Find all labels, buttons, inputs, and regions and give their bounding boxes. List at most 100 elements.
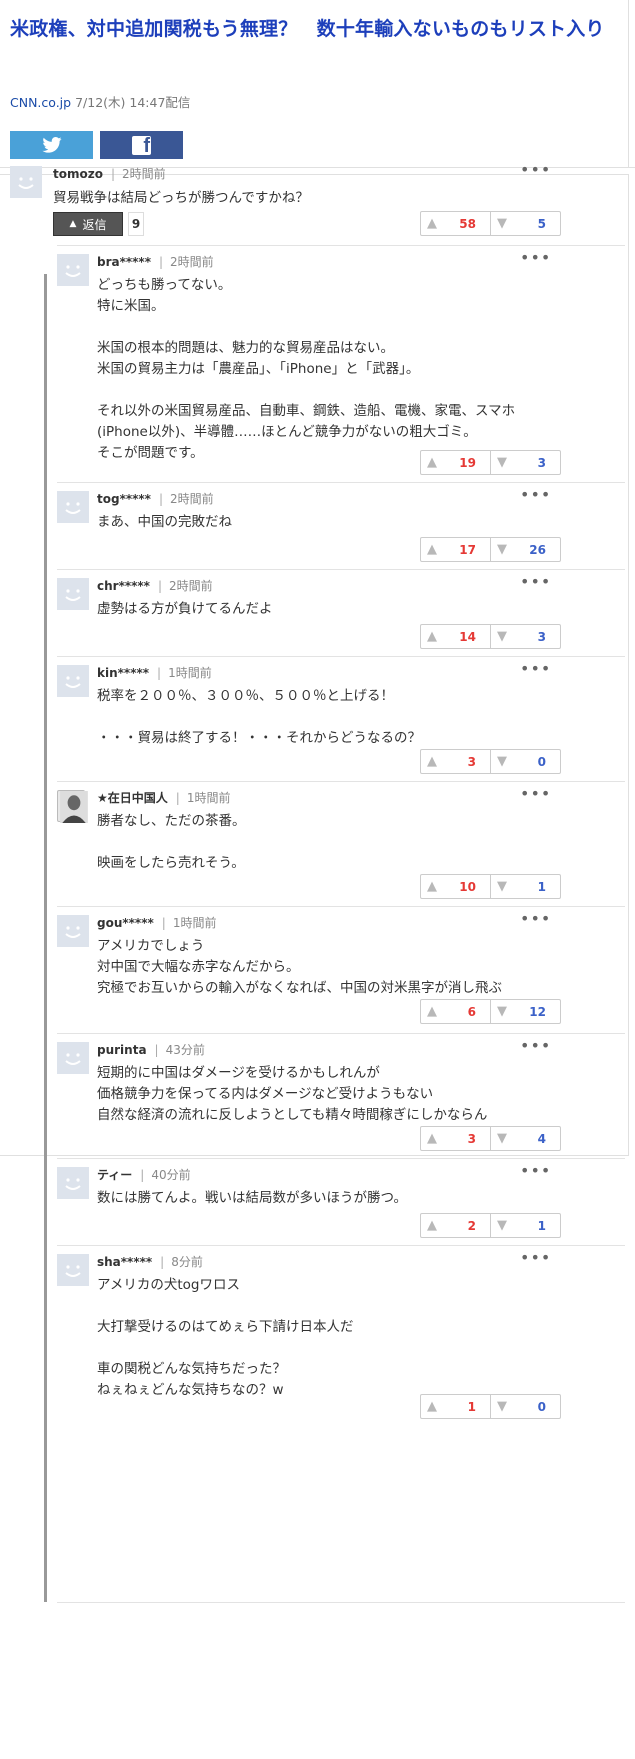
like-button[interactable]: ▲ 3 [421,1127,490,1150]
comment-text: 税率を２００％、３００％、５００％と上げる！ ・・・貿易は終了する！・・・それか… [97,688,421,746]
more-options-icon[interactable]: ••• [520,784,551,803]
vote-bar: ▲ 1 ▼ 0 [420,1394,561,1419]
like-button[interactable]: ▲ 6 [421,1000,490,1023]
default-avatar-icon[interactable] [57,491,89,523]
comment-text: 貿易戦争は結局どっちが勝つんですかね？ [53,190,309,206]
like-count: 19 [459,455,476,470]
vote-bar: ▲ 14 ▼ 3 [420,624,561,649]
like-button[interactable]: ▲ 2 [421,1214,490,1237]
more-options-icon[interactable]: ••• [520,909,551,928]
dislike-count: 4 [537,1131,546,1146]
article-title[interactable]: 米政権、対中追加関税もう無理？ 数十年輸入ないものもリスト入り [10,16,615,42]
facebook-f-icon: f [132,135,151,156]
facebook-share-button[interactable]: f [100,131,183,159]
user-photo-avatar[interactable] [57,790,88,823]
default-avatar-icon[interactable] [57,1042,89,1074]
comment-author: tog***** 2時間前 [97,490,214,507]
username[interactable]: gou***** [97,916,154,930]
reply-toggle-button[interactable]: ▲ 返信 [53,212,123,236]
vote-bar: ▲ 10 ▼ 1 [420,874,561,899]
username[interactable]: tog***** [97,492,151,506]
dislike-button[interactable]: ▼ 5 [490,212,560,235]
username[interactable]: tomozo [53,167,103,181]
comment-author: kin***** 1時間前 [97,664,212,681]
comment-time: 2時間前 [158,579,213,593]
username[interactable]: purinta [97,1043,147,1057]
username[interactable]: chr***** [97,579,150,593]
more-options-icon[interactable]: ••• [520,659,551,678]
reply-count: 9 [128,212,144,236]
default-avatar-icon[interactable] [57,665,89,697]
like-button[interactable]: ▲ 3 [421,750,490,773]
default-avatar-icon[interactable] [57,578,89,610]
dislike-count: 3 [537,629,546,644]
vote-bar: ▲ 58 ▼ 5 [420,211,561,236]
comment-time: 2時間前 [111,167,166,181]
comment-time: 2時間前 [159,492,214,506]
dislike-button[interactable]: ▼ 0 [490,750,560,773]
more-options-icon[interactable]: ••• [520,1248,551,1267]
reply-divider [57,906,625,907]
more-options-icon[interactable]: ••• [520,1036,551,1055]
thumbs-up-icon: ▲ [427,216,437,231]
like-button[interactable]: ▲ 1 [421,1395,490,1418]
thumbs-up-icon: ▲ [427,455,437,470]
default-avatar-icon[interactable] [57,1254,89,1286]
dislike-button[interactable]: ▼ 1 [490,875,560,898]
dislike-button[interactable]: ▼ 12 [490,1000,560,1023]
thumbs-down-icon: ▼ [497,879,507,894]
dislike-button[interactable]: ▼ 26 [490,538,560,561]
comment-text: アメリカでしょう 対中国で大幅な赤字なんだから。 究極でお互いからの輸入がなくな… [97,938,502,996]
comment-text: 虚勢はる方が負けてるんだよ [97,601,273,617]
like-button[interactable]: ▲ 58 [421,212,490,235]
username[interactable]: bra***** [97,255,151,269]
default-avatar-icon[interactable] [57,915,89,947]
reply-label: 返信 [82,217,107,232]
dislike-button[interactable]: ▼ 3 [490,451,560,474]
like-button[interactable]: ▲ 17 [421,538,490,561]
username[interactable]: ティー [97,1168,132,1182]
like-count: 14 [459,629,476,644]
comment-author: gou***** 1時間前 [97,914,216,931]
twitter-share-button[interactable] [10,131,93,159]
more-options-icon[interactable]: ••• [520,160,551,179]
like-count: 17 [459,542,476,557]
dislike-count: 12 [529,1004,546,1019]
vote-bar: ▲ 17 ▼ 26 [420,537,561,562]
article-header: 米政権、対中追加関税もう無理？ 数十年輸入ないものもリスト入り CNN.co.j… [0,0,629,167]
comment-author: tomozo 2時間前 [53,165,166,182]
dislike-count: 5 [537,216,546,231]
more-options-icon[interactable]: ••• [520,572,551,591]
default-avatar-icon[interactable] [10,166,42,198]
more-options-icon[interactable]: ••• [520,485,551,504]
reply-divider [57,1602,625,1603]
dislike-button[interactable]: ▼ 4 [490,1127,560,1150]
comment-author: purinta 43分前 [97,1041,205,1058]
dislike-button[interactable]: ▼ 3 [490,625,560,648]
username[interactable]: kin***** [97,666,149,680]
comment-author: chr***** 2時間前 [97,577,213,594]
more-options-icon[interactable]: ••• [520,248,551,267]
thumbs-down-icon: ▼ [497,1131,507,1146]
dislike-count: 26 [529,542,546,557]
thumbs-up-icon: ▲ [427,629,437,644]
reply-divider [57,656,625,657]
like-count: 3 [467,1131,476,1146]
comment-text: 勝者なし、ただの茶番。 映画をしたら売れそう。 [97,813,246,871]
username[interactable]: sha***** [97,1255,152,1269]
default-avatar-icon[interactable] [57,254,89,286]
more-options-icon[interactable]: ••• [520,1161,551,1180]
comment-text: 数には勝てんよ。戦いは結局数が多いほうが勝つ。 [97,1190,407,1206]
like-button[interactable]: ▲ 14 [421,625,490,648]
like-button[interactable]: ▲ 10 [421,875,490,898]
dislike-button[interactable]: ▼ 0 [490,1395,560,1418]
default-avatar-icon[interactable] [57,1167,89,1199]
dislike-count: 1 [537,879,546,894]
like-count: 6 [467,1004,476,1019]
vote-bar: ▲ 3 ▼ 0 [420,749,561,774]
source-link[interactable]: CNN.co.jp [10,95,71,110]
thumbs-down-icon: ▼ [497,542,507,557]
dislike-button[interactable]: ▼ 1 [490,1214,560,1237]
like-button[interactable]: ▲ 19 [421,451,490,474]
username[interactable]: ★在日中国人 [97,791,168,805]
